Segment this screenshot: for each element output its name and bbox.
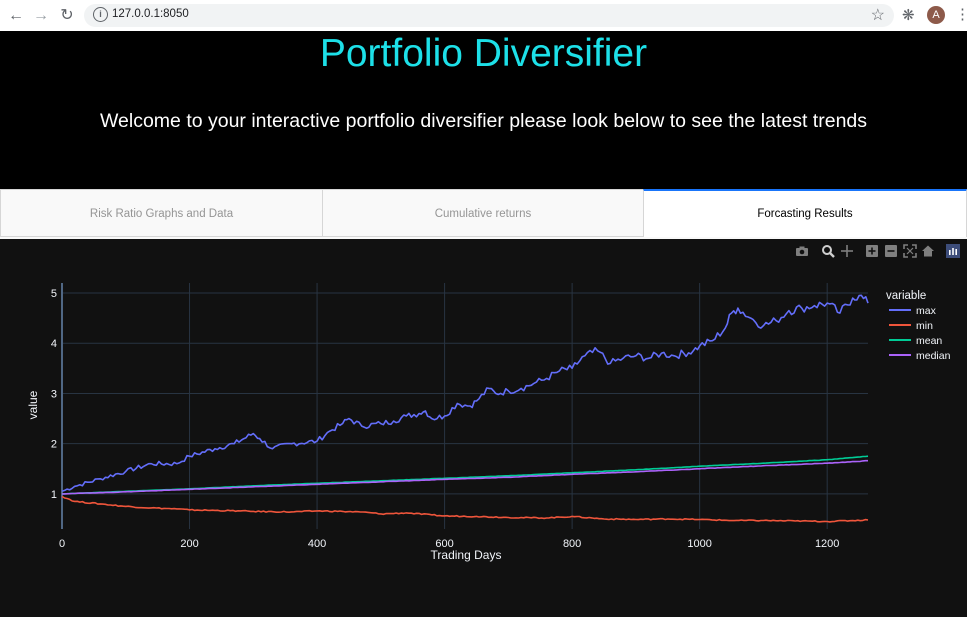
- page-subtitle: Welcome to your interactive portfolio di…: [99, 110, 868, 132]
- legend-label-median: median: [916, 350, 951, 362]
- legend-label-max: max: [916, 305, 937, 317]
- y-tick-label: 1: [51, 489, 57, 501]
- x-tick-label: 1200: [815, 538, 839, 550]
- legend-label-min: min: [916, 320, 933, 332]
- forward-icon[interactable]: →: [31, 6, 51, 26]
- x-tick-label: 200: [180, 538, 198, 550]
- y-tick-label: 4: [51, 338, 57, 350]
- x-tick-label: 1000: [687, 538, 711, 550]
- page-title: Portfolio Diversifier: [319, 32, 648, 75]
- tab-cumulative-returns[interactable]: Cumulative returns: [322, 189, 644, 237]
- y-axis-label: value: [26, 390, 40, 419]
- series-line-min: [61, 495, 869, 523]
- info-icon[interactable]: i: [93, 7, 108, 22]
- avatar[interactable]: A: [927, 6, 945, 24]
- line-chart: 0 200 400 600 800 1000 120012345 Trading Days …: [26, 283, 951, 562]
- address-bar[interactable]: i 127.0.0.1:8050 ☆: [84, 4, 894, 27]
- tab-bar: Risk Ratio Graphs and Data Cumulative re…: [0, 189, 967, 239]
- tick-labels: 0 200 400 600 800 1000 120012345: [51, 288, 840, 550]
- tab-risk-ratio[interactable]: Risk Ratio Graphs and Data: [0, 189, 323, 237]
- page-header: Portfolio Diversifier Welcome to your in…: [0, 31, 967, 189]
- chart-legend: variable max min mean median: [886, 290, 951, 362]
- browser-toolbar: ← → ↻ i 127.0.0.1:8050 ☆ ❋ A ⋮: [0, 0, 967, 32]
- x-tick-label: 0: [59, 538, 65, 550]
- x-tick-label: 800: [563, 538, 581, 550]
- legend-label-mean: mean: [916, 335, 942, 347]
- y-tick-label: 5: [51, 288, 57, 300]
- menu-kebab-icon[interactable]: ⋮: [955, 5, 967, 23]
- reload-icon[interactable]: ↻: [57, 6, 77, 26]
- back-icon[interactable]: ←: [6, 6, 26, 26]
- series-lines: [61, 294, 869, 523]
- tab-forecasting-results[interactable]: Forcasting Results: [643, 189, 967, 237]
- x-axis-label: Trading Days: [431, 548, 502, 562]
- extensions-icon[interactable]: ❋: [902, 6, 915, 24]
- legend-title: variable: [886, 290, 926, 302]
- url-text: 127.0.0.1:8050: [112, 8, 189, 20]
- y-tick-label: 3: [51, 388, 57, 400]
- x-tick-label: 400: [308, 538, 326, 550]
- y-tick-label: 2: [51, 439, 57, 451]
- bookmark-star-icon[interactable]: ☆: [871, 5, 885, 25]
